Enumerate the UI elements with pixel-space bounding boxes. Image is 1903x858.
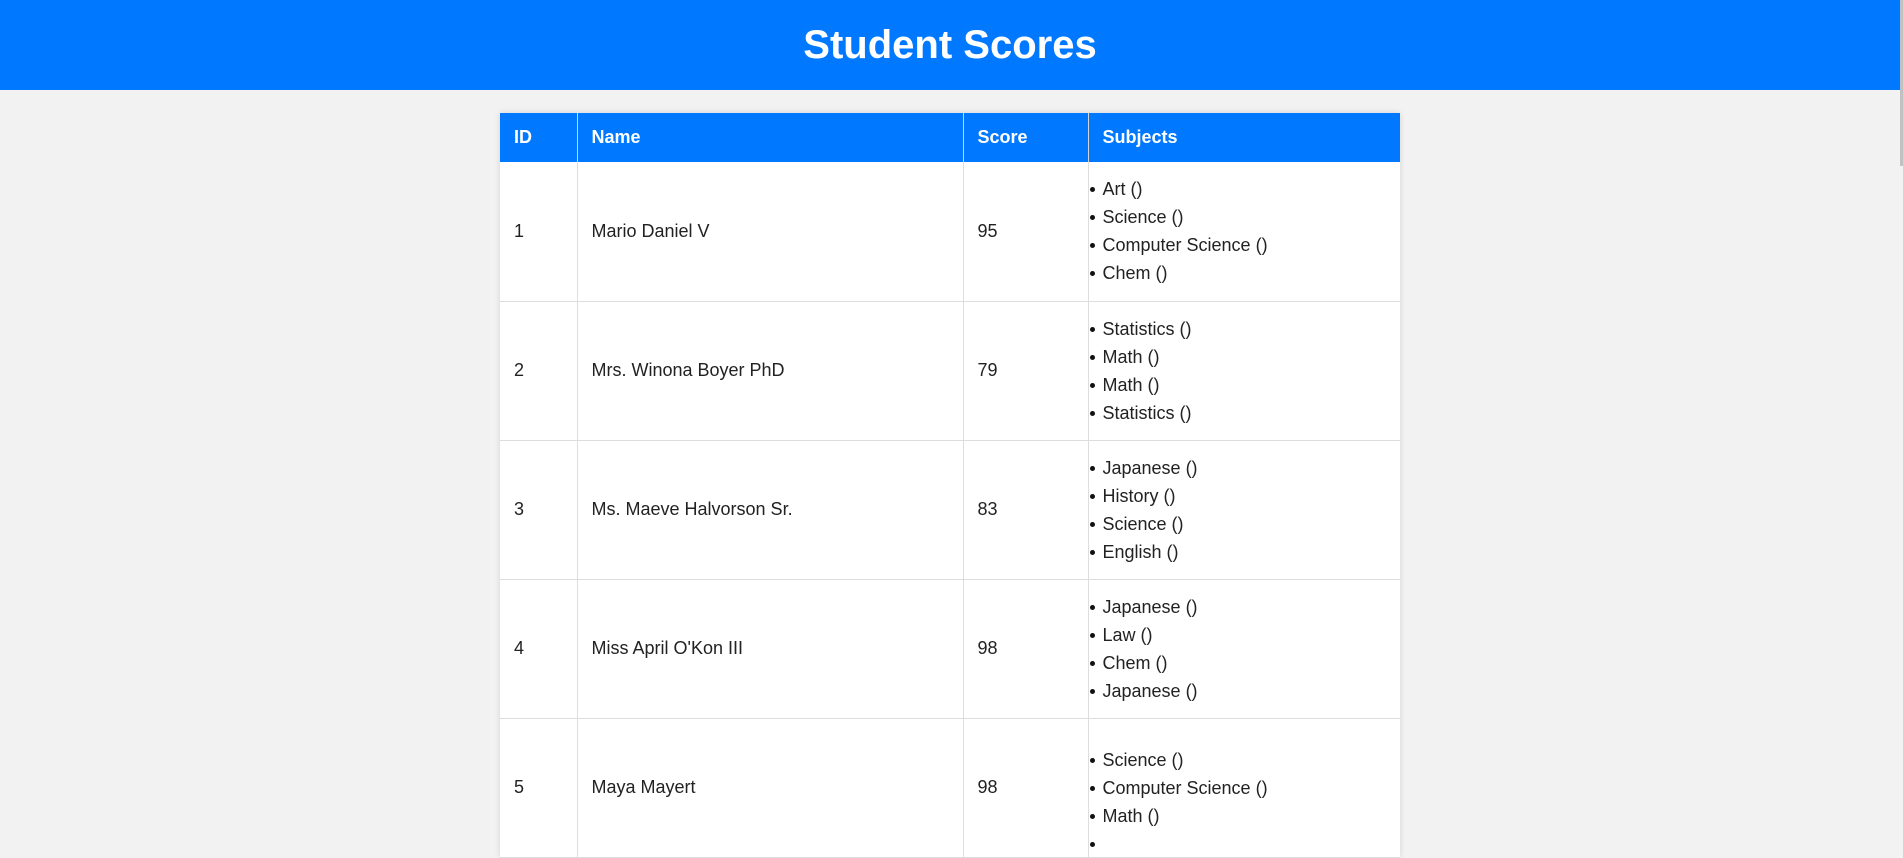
- cell-id: 4: [500, 579, 578, 719]
- cell-score: 95: [963, 162, 1089, 302]
- subject-item: Science (): [1089, 203, 1401, 231]
- scores-table-container: ID Name Score Subjects 1 Mario Daniel V …: [500, 113, 1400, 858]
- table-row: 4 Miss April O'Kon III 98 Japanese () La…: [500, 579, 1401, 719]
- cell-id: 5: [500, 718, 578, 858]
- subjects-list: Japanese () Law () Chem () Japanese (): [1089, 593, 1401, 705]
- subject-item: Statistics (): [1089, 399, 1401, 427]
- cell-id: 2: [500, 301, 578, 441]
- subject-item: Computer Science (): [1089, 774, 1401, 802]
- cell-id: 3: [500, 440, 578, 580]
- subject-item: Science (): [1089, 746, 1401, 774]
- cell-subjects: Science () Computer Science () Math (): [1088, 718, 1401, 858]
- subject-item: Science (): [1089, 510, 1401, 538]
- subjects-list: Science () Computer Science () Math (): [1089, 746, 1401, 847]
- cell-name: Miss April O'Kon III: [577, 579, 964, 719]
- subject-item: History (): [1089, 482, 1401, 510]
- cell-name: Mrs. Winona Boyer PhD: [577, 301, 964, 441]
- subject-item: English (): [1089, 538, 1401, 566]
- subject-item: Math (): [1089, 371, 1401, 399]
- column-header-score: Score: [963, 113, 1089, 162]
- table-row: 2 Mrs. Winona Boyer PhD 79 Statistics ()…: [500, 301, 1401, 441]
- subject-item: Art (): [1089, 175, 1401, 203]
- column-header-name: Name: [577, 113, 964, 162]
- cell-subjects: Japanese () Law () Chem () Japanese (): [1088, 579, 1401, 719]
- cell-name: Maya Mayert: [577, 718, 964, 858]
- subject-item: Chem (): [1089, 259, 1401, 287]
- table-body: 1 Mario Daniel V 95 Art () Science () Co…: [500, 162, 1401, 858]
- subject-item: Computer Science (): [1089, 231, 1401, 259]
- cell-subjects: Statistics () Math () Math () Statistics…: [1088, 301, 1401, 441]
- cell-id: 1: [500, 162, 578, 302]
- table-header: ID Name Score Subjects: [500, 113, 1400, 162]
- subjects-list: Statistics () Math () Math () Statistics…: [1089, 315, 1401, 427]
- subject-item: Math (): [1089, 802, 1401, 830]
- table-row: 5 Maya Mayert 98 Science () Computer Sci…: [500, 718, 1401, 858]
- subjects-list: Art () Science () Computer Science () Ch…: [1089, 175, 1401, 287]
- subject-item: Japanese (): [1089, 677, 1401, 705]
- subject-item: Statistics (): [1089, 315, 1401, 343]
- subject-item: Japanese (): [1089, 593, 1401, 621]
- table-row: 1 Mario Daniel V 95 Art () Science () Co…: [500, 162, 1401, 302]
- cell-subjects: Art () Science () Computer Science () Ch…: [1088, 162, 1401, 302]
- cell-score: 98: [963, 718, 1089, 858]
- cell-score: 79: [963, 301, 1089, 441]
- cell-name: Mario Daniel V: [577, 162, 964, 302]
- cell-score: 98: [963, 579, 1089, 719]
- subject-item: Math (): [1089, 343, 1401, 371]
- cell-subjects: Japanese () History () Science () Englis…: [1088, 440, 1401, 580]
- cell-score: 83: [963, 440, 1089, 580]
- cell-name: Ms. Maeve Halvorson Sr.: [577, 440, 964, 580]
- page-header: Student Scores: [0, 0, 1900, 90]
- column-header-subjects: Subjects: [1088, 113, 1400, 162]
- scores-table: ID Name Score Subjects 1 Mario Daniel V …: [500, 113, 1400, 858]
- subject-item: Chem (): [1089, 649, 1401, 677]
- column-header-id: ID: [500, 113, 578, 162]
- subject-item: Law (): [1089, 621, 1401, 649]
- table-row: 3 Ms. Maeve Halvorson Sr. 83 Japanese ()…: [500, 440, 1401, 580]
- page-title: Student Scores: [803, 23, 1097, 67]
- subject-item: Japanese (): [1089, 454, 1401, 482]
- subjects-list: Japanese () History () Science () Englis…: [1089, 454, 1401, 566]
